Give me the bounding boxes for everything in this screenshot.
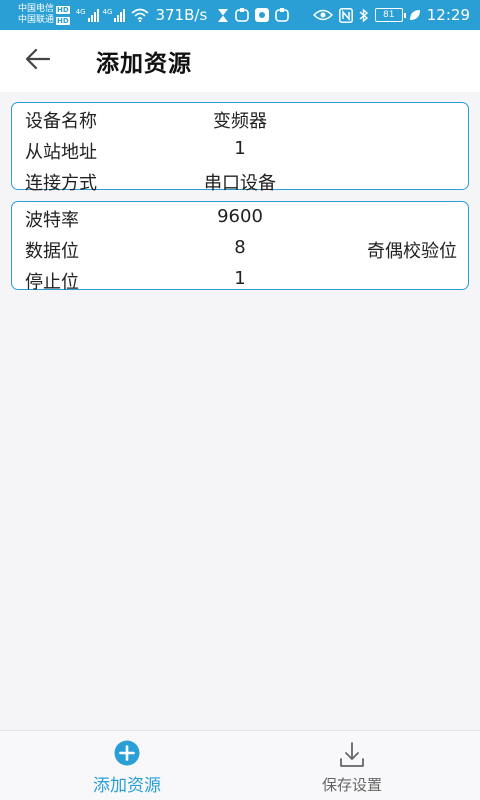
wifi-icon [131, 8, 149, 22]
save-settings-label: 保存设置 [321, 776, 382, 794]
eye-icon [312, 9, 333, 21]
status-bar: 中国电信 HD 中国联通 HD 4G 4G 371B/s 81 12:29 [0, 0, 480, 30]
data-bits-value[interactable]: 8 [234, 237, 245, 258]
slave-address-row: 从站地址 1 [12, 136, 468, 166]
page-title: 添加资源 [96, 51, 192, 77]
hourglass-icon [217, 8, 229, 23]
app-notify-icon-2 [275, 8, 290, 22]
slave-address-label: 从站地址 [25, 142, 97, 163]
connection-type-row: 连接方式 串口设备 [12, 167, 468, 197]
stop-bits-label: 停止位 [25, 272, 79, 293]
device-name-row: 设备名称 变频器 [12, 105, 468, 135]
stop-bits-row: 停止位 1 [12, 266, 468, 296]
connection-type-value[interactable]: 串口设备 [204, 169, 276, 195]
device-name-label: 设备名称 [25, 111, 97, 132]
parity-selector[interactable]: 奇偶校验位 [367, 237, 457, 263]
hd-badge: HD [56, 16, 70, 25]
signal-1-icon: 4G [76, 8, 99, 22]
shield-icon [255, 8, 270, 22]
bluetooth-icon [359, 7, 369, 23]
bottom-nav-bar: 添加资源 保存设置 [0, 730, 480, 800]
arrow-left-icon [25, 48, 51, 74]
clock: 12:29 [426, 6, 470, 24]
carrier-2-name: 中国联通 [18, 15, 55, 25]
baud-rate-row: 波特率 9600 [12, 204, 468, 234]
app-notify-icon [235, 8, 250, 22]
carrier-1-name: 中国电信 [18, 4, 55, 14]
carrier-info: 中国电信 HD 中国联通 HD [18, 4, 70, 26]
download-icon [338, 741, 366, 773]
save-settings-button[interactable]: 保存设置 [282, 731, 422, 800]
carrier-2: 中国联通 HD [18, 15, 70, 26]
app-header: 添加资源 [0, 30, 480, 92]
device-name-value[interactable]: 变频器 [213, 107, 267, 133]
hd-badge: HD [56, 5, 70, 14]
connection-type-label: 连接方式 [25, 173, 97, 194]
baud-rate-label: 波特率 [25, 210, 79, 231]
data-bits-row: 数据位 8 奇偶校验位 [12, 235, 468, 265]
carrier-1: 中国电信 HD [18, 4, 70, 15]
add-resource-button[interactable]: 添加资源 [57, 731, 197, 800]
data-bits-label: 数据位 [25, 241, 79, 262]
back-button[interactable] [18, 41, 58, 81]
add-resource-label: 添加资源 [93, 776, 161, 796]
net-speed: 371B/s [155, 6, 208, 24]
nfc-icon [338, 7, 353, 23]
slave-address-value[interactable]: 1 [234, 138, 245, 159]
leaf-icon [409, 9, 421, 21]
battery-icon: 81 [374, 8, 406, 22]
signal-2-icon: 4G [103, 8, 126, 22]
device-info-card: 设备名称 变频器 从站地址 1 连接方式 串口设备 [11, 102, 469, 194]
stop-bits-value[interactable]: 1 [234, 268, 245, 289]
add-circle-icon [114, 740, 140, 770]
serial-settings-card: 波特率 9600 数据位 8 奇偶校验位 停止位 1 [11, 201, 469, 293]
baud-rate-value[interactable]: 9600 [217, 206, 263, 227]
status-right-group: 81 12:29 [312, 6, 470, 24]
